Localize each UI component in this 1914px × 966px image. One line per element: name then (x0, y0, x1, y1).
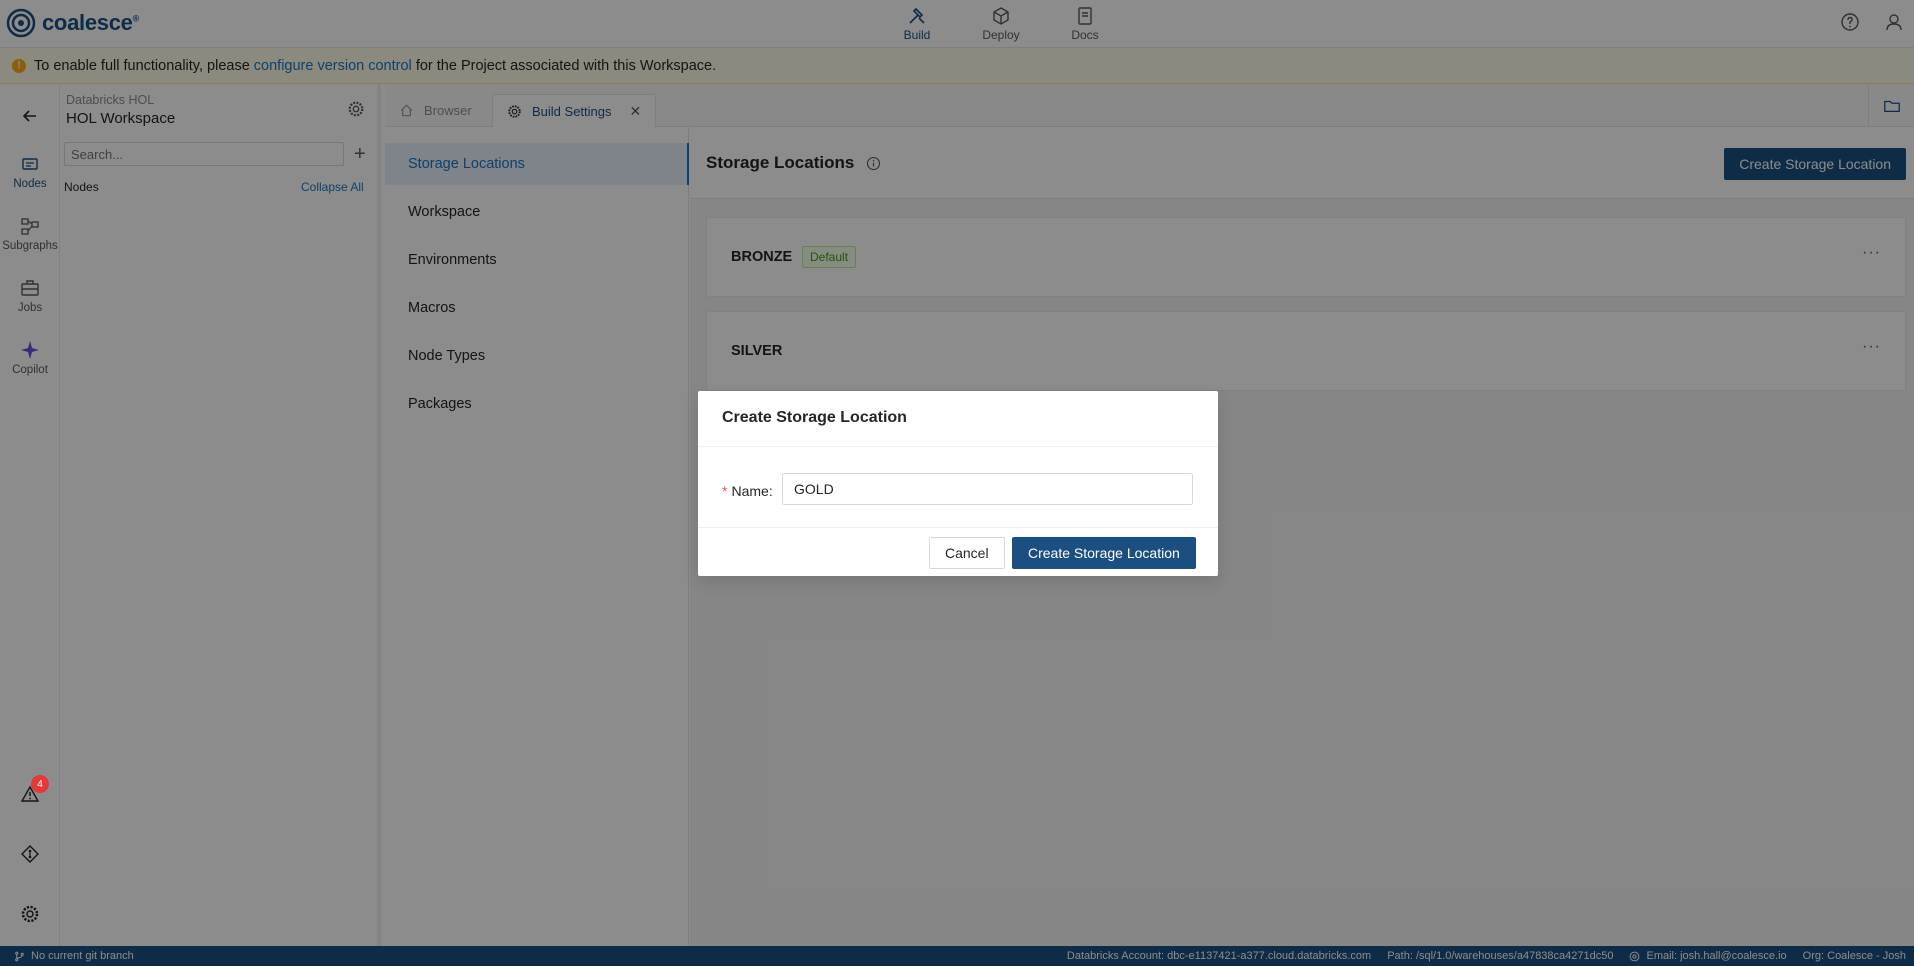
name-field-label: * Name: (722, 483, 773, 499)
dialog-body: * Name: (698, 447, 1218, 528)
dialog-title: Create Storage Location (698, 391, 1218, 447)
alerts-count-badge: 4 (31, 775, 49, 793)
name-input[interactable] (782, 473, 1193, 505)
create-storage-location-dialog: Create Storage Location *Name: Cancel Cr… (698, 391, 1218, 576)
cancel-button[interactable]: Cancel (929, 537, 1005, 569)
submit-create-storage-location-button[interactable]: Create Storage Location (1012, 537, 1196, 569)
dialog-footer: Cancel Create Storage Location (698, 527, 1218, 576)
